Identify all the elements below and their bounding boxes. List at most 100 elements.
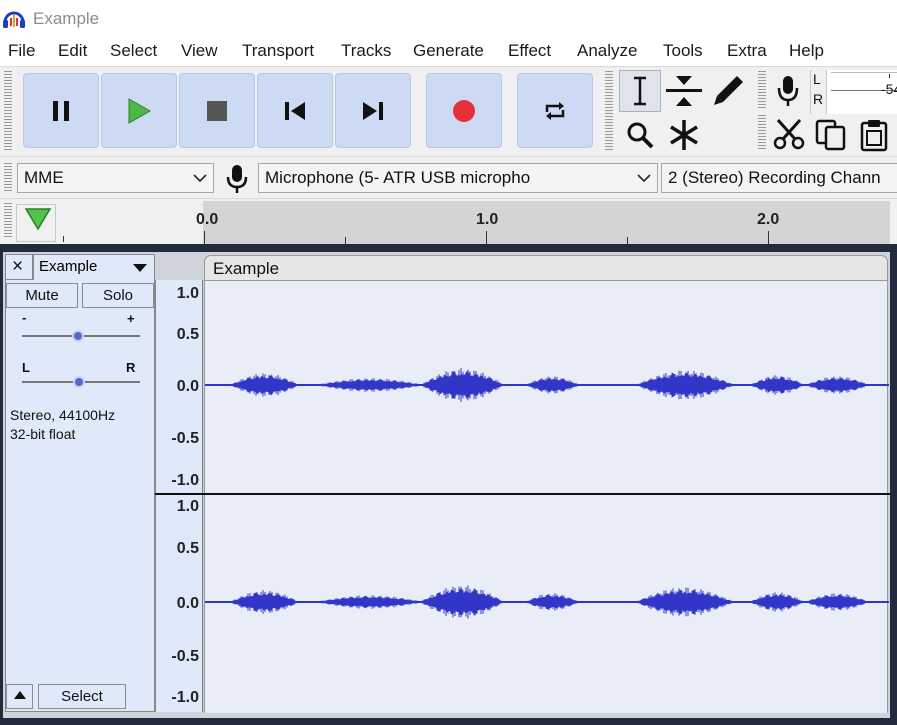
scale-label-top-1: 1.0 — [176, 285, 199, 302]
record-icon — [453, 99, 475, 122]
skip-to-end-button[interactable] — [335, 73, 411, 148]
close-icon: × — [12, 256, 24, 277]
loop-icon — [545, 101, 565, 120]
menu-transport[interactable]: Transport — [242, 41, 314, 61]
track-name: Example — [39, 258, 98, 275]
ruler-minor-tick — [345, 237, 346, 244]
zoom-tool-button[interactable] — [619, 114, 661, 156]
scale-label-top-0.5: 0.5 — [176, 326, 199, 343]
toolbar-grip[interactable] — [4, 163, 12, 193]
scale-label-top--0.5: -0.5 — [171, 430, 199, 447]
meter-left-label: L — [813, 71, 821, 87]
cut-button[interactable] — [768, 114, 810, 156]
menu-tracks[interactable]: Tracks — [341, 41, 391, 61]
toolbar-grip[interactable] — [4, 203, 12, 239]
copy-icon — [815, 119, 846, 151]
magnifier-icon — [627, 122, 654, 149]
pause-icon — [53, 100, 69, 121]
channel-divider — [155, 493, 890, 495]
pan-right-label: R — [126, 360, 136, 375]
stop-icon — [207, 100, 227, 121]
recording-channels-select[interactable]: 2 (Stereo) Recording Chann — [661, 163, 897, 193]
window-title: Example — [33, 9, 100, 28]
waveform-svg — [204, 368, 889, 619]
audio-host-select[interactable]: MME — [17, 163, 214, 193]
scale-label-top--1: -1.0 — [171, 472, 199, 489]
meter-tick — [889, 74, 890, 78]
menu-select[interactable]: Select — [110, 41, 157, 61]
play-button[interactable] — [101, 73, 177, 148]
menu-bar: File Edit Select View Transport Tracks G… — [0, 38, 897, 66]
recording-device-select[interactable]: Microphone (5- ATR USB micropho — [258, 163, 658, 193]
scale-label-top-0: 0.0 — [176, 378, 199, 395]
microphone-icon — [777, 76, 799, 106]
clip-name: Example — [213, 259, 280, 278]
audacity-logo-icon — [2, 8, 26, 30]
pan-slider-thumb[interactable] — [73, 376, 85, 388]
solo-button[interactable]: Solo — [82, 283, 154, 308]
ruler-label-0: 0.0 — [196, 211, 219, 228]
menu-extra[interactable]: Extra — [727, 41, 767, 61]
envelope-icon — [666, 76, 702, 106]
chevron-down-icon — [193, 174, 207, 183]
waveform-area[interactable] — [204, 281, 889, 713]
scale-label-bottom-1: 1.0 — [176, 498, 199, 515]
menu-help[interactable]: Help — [789, 41, 824, 61]
draw-tool-button[interactable] — [707, 70, 749, 112]
ruler-label-2: 2.0 — [757, 211, 780, 228]
menu-effect[interactable]: Effect — [508, 41, 551, 61]
gain-slider-thumb[interactable] — [72, 330, 84, 342]
menu-tools[interactable]: Tools — [663, 41, 703, 61]
select-track-button[interactable]: Select — [38, 684, 126, 709]
toolbar-grip[interactable] — [758, 115, 766, 151]
mute-button[interactable]: Mute — [6, 283, 78, 308]
record-button[interactable] — [426, 73, 502, 148]
ruler-major-tick — [768, 231, 769, 244]
waveform-left-channel — [204, 368, 889, 402]
scale-label-bottom--0.5: -0.5 — [171, 648, 199, 665]
loop-button[interactable] — [517, 73, 593, 148]
toolbar-grip[interactable] — [605, 71, 613, 151]
envelope-tool-button[interactable] — [663, 70, 705, 112]
ruler-minor-tick — [63, 236, 64, 242]
skip-end-icon — [363, 101, 383, 120]
timeline-ruler[interactable]: 0.0 1.0 2.0 — [196, 201, 890, 244]
record-meter-button[interactable] — [768, 70, 808, 112]
ruler-minor-tick — [627, 237, 628, 244]
track-close-button[interactable]: × — [6, 255, 33, 280]
pencil-icon — [714, 76, 743, 105]
multi-tool-button[interactable] — [663, 114, 705, 156]
scissors-icon — [773, 118, 805, 150]
toolbar-area: L R — [0, 66, 897, 156]
meter-scale-line — [831, 72, 897, 73]
track-name-menu[interactable]: Example — [33, 255, 153, 280]
paste-button[interactable] — [853, 114, 895, 156]
recording-meter[interactable]: -54 — [826, 70, 897, 114]
stop-button[interactable] — [179, 73, 255, 148]
skip-to-start-button[interactable] — [257, 73, 333, 148]
track-control-panel[interactable]: × Mute Solo - + L R Stereo, 44100Hz 32-b… — [5, 254, 155, 712]
device-toolbar: MME Microphone (5- ATR USB micropho 2 (S… — [0, 156, 897, 198]
triangle-down-icon — [133, 264, 147, 272]
recording-channels-value: 2 (Stereo) Recording Chann — [668, 168, 881, 187]
play-head-triangle-icon[interactable] — [25, 208, 51, 230]
ruler-label-1: 1.0 — [476, 211, 499, 228]
menu-generate[interactable]: Generate — [413, 41, 484, 61]
track-info-bitdepth: 32-bit float — [10, 426, 76, 442]
toolbar-grip[interactable] — [758, 71, 766, 109]
microphone-icon — [226, 165, 248, 193]
copy-button[interactable] — [810, 114, 852, 156]
recording-device-value: Microphone (5- ATR USB micropho — [265, 168, 531, 187]
collapse-track-button[interactable] — [6, 684, 33, 709]
menu-file[interactable]: File — [8, 41, 35, 61]
clip-header[interactable]: Example — [204, 255, 888, 281]
triangle-up-icon — [13, 691, 26, 699]
clipboard-icon — [860, 120, 888, 152]
ruler-major-tick — [486, 231, 487, 244]
menu-view[interactable]: View — [181, 41, 218, 61]
selection-tool-button[interactable] — [619, 70, 661, 112]
pause-button[interactable] — [23, 73, 99, 148]
menu-edit[interactable]: Edit — [58, 41, 87, 61]
menu-analyze[interactable]: Analyze — [577, 41, 637, 61]
toolbar-grip[interactable] — [4, 71, 12, 151]
